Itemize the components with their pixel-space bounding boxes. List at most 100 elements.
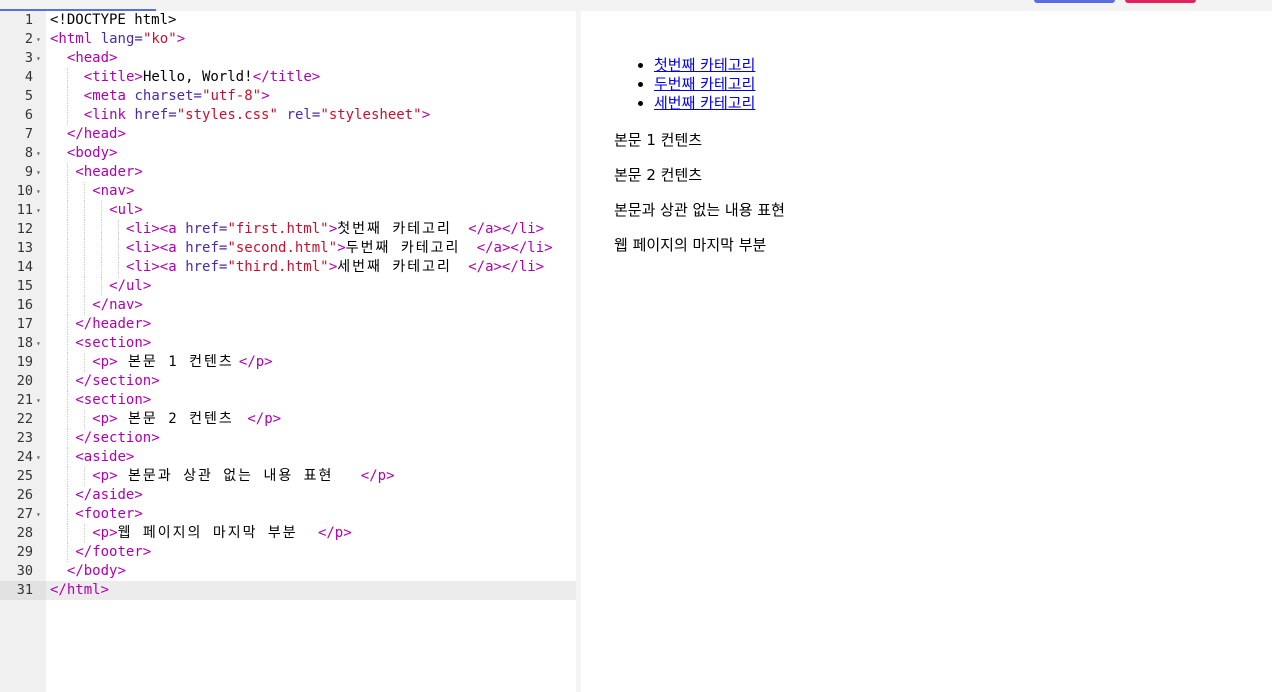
code-text[interactable]: <section>: [46, 334, 576, 353]
code-line[interactable]: 13 <li><a href= "second.html" > 두번째 카테고리 </a>…: [0, 239, 576, 258]
code-line[interactable]: 28 <p> 웹 페이지의 마지막 부분 </p>: [0, 524, 576, 543]
code-text[interactable]: <p> 본문 2 컨텐츠 </p>: [46, 410, 576, 429]
fold-arrow-icon[interactable]: ▾: [36, 144, 41, 163]
code-text[interactable]: <html lang= "ko" >: [46, 30, 576, 49]
indent-guide: [100, 239, 102, 258]
code-token: </p>: [317, 525, 352, 541]
fold-arrow-icon[interactable]: ▾: [36, 201, 41, 220]
code-text[interactable]: <ul>: [46, 201, 576, 220]
code-text[interactable]: </aside>: [46, 486, 576, 505]
code-line[interactable]: 8 ▾ <body>: [0, 144, 576, 163]
code-text[interactable]: <meta charset= "utf-8" >: [46, 87, 576, 106]
line-number: 8 ▾: [0, 144, 46, 163]
indent-guide: [66, 201, 68, 220]
run-button[interactable]: [1034, 0, 1115, 3]
code-line[interactable]: 30 </body>: [0, 562, 576, 581]
code-text[interactable]: </header>: [46, 315, 576, 334]
code-text[interactable]: </ul>: [46, 277, 576, 296]
fold-arrow-icon[interactable]: ▾: [36, 448, 41, 467]
code-text[interactable]: </html>: [46, 581, 576, 600]
code-text[interactable]: </head>: [46, 125, 576, 144]
code-line[interactable]: 31 </html>: [0, 581, 576, 600]
code-line[interactable]: 27 ▾ <footer>: [0, 505, 576, 524]
code-text[interactable]: </section>: [46, 429, 576, 448]
code-line[interactable]: 7 </head>: [0, 125, 576, 144]
code-text[interactable]: <body>: [46, 144, 576, 163]
code-line[interactable]: 3 ▾ <head>: [0, 49, 576, 68]
code-line[interactable]: 1 <!DOCTYPE html>: [0, 11, 576, 30]
code-line[interactable]: 6 <link href= "styles.css" rel= "stylesheet…: [0, 106, 576, 125]
code-line[interactable]: 14 <li><a href= "third.html" > 세번째 카테고리 </a><…: [0, 258, 576, 277]
code-text[interactable]: <section>: [46, 391, 576, 410]
code-line[interactable]: 12 <li><a href= "first.html" > 첫번째 카테고리 </a><…: [0, 220, 576, 239]
code-text[interactable]: <li><a href= "first.html" > 첫번째 카테고리 </a></l…: [46, 220, 576, 239]
code-line[interactable]: 11 ▾ <ul>: [0, 201, 576, 220]
code-text[interactable]: <title> Hello, World! </title>: [46, 68, 576, 87]
code-line[interactable]: 2 ▾ <html lang= "ko" >: [0, 30, 576, 49]
code-token: </ul>: [109, 278, 152, 294]
code-text[interactable]: </footer>: [46, 543, 576, 562]
fold-arrow-icon[interactable]: ▾: [36, 49, 41, 68]
code-text[interactable]: </section>: [46, 372, 576, 391]
line-number-text: 9: [24, 164, 33, 180]
code-line[interactable]: 29 </footer>: [0, 543, 576, 562]
code-line[interactable]: 10 ▾ <nav>: [0, 182, 576, 201]
code-line[interactable]: 17 </header>: [0, 315, 576, 334]
indent-guide: [66, 391, 68, 410]
line-number-text: 5: [24, 88, 33, 104]
code-token: >: [261, 88, 270, 104]
code-token: </p>: [360, 468, 395, 484]
code-line[interactable]: 24 ▾ <aside>: [0, 448, 576, 467]
code-line[interactable]: 16 </nav>: [0, 296, 576, 315]
code-token: <nav>: [92, 183, 135, 199]
indent-guide: [66, 258, 68, 277]
code-line[interactable]: 18 ▾ <section>: [0, 334, 576, 353]
fold-arrow-icon[interactable]: ▾: [36, 30, 41, 49]
code-text[interactable]: <aside>: [46, 448, 576, 467]
code-text[interactable]: <head>: [46, 49, 576, 68]
reset-button[interactable]: [1125, 0, 1196, 3]
line-number-text: 29: [16, 544, 33, 560]
fold-arrow-icon[interactable]: ▾: [36, 163, 41, 182]
code-line[interactable]: 9 ▾ <header>: [0, 163, 576, 182]
code-text[interactable]: </body>: [46, 562, 576, 581]
code-text[interactable]: <li><a href= "third.html" > 세번째 카테고리 </a></l…: [46, 258, 576, 277]
code-text[interactable]: <!DOCTYPE html>: [46, 11, 576, 30]
fold-arrow-icon[interactable]: ▾: [36, 391, 41, 410]
code-line[interactable]: 23 </section>: [0, 429, 576, 448]
code-token: <ul>: [109, 202, 143, 218]
code-line[interactable]: 19 <p> 본문 1 컨텐츠 </p>: [0, 353, 576, 372]
code-editor[interactable]: 1 <!DOCTYPE html> 2 ▾ <html lang= "ko" >3 ▾ <hea…: [0, 11, 576, 692]
code-text[interactable]: <footer>: [46, 505, 576, 524]
category-link[interactable]: 두번째 카테고리: [654, 75, 755, 93]
category-link[interactable]: 첫번째 카테고리: [654, 56, 755, 74]
line-number-text: 19: [16, 354, 33, 370]
code-text[interactable]: </nav>: [46, 296, 576, 315]
code-text[interactable]: <p> 본문과 상관 없는 내용 표현 </p>: [46, 467, 576, 486]
code-line[interactable]: 20 </section>: [0, 372, 576, 391]
indent-guide: [66, 220, 68, 239]
code-line[interactable]: 22 <p> 본문 2 컨텐츠 </p>: [0, 410, 576, 429]
category-link[interactable]: 세번째 카테고리: [654, 94, 755, 112]
code-text[interactable]: <header>: [46, 163, 576, 182]
code-line[interactable]: 5 <meta charset= "utf-8" >: [0, 87, 576, 106]
code-token: "stylesheet": [320, 107, 422, 123]
indent-guide: [117, 258, 119, 277]
line-number-text: 17: [16, 316, 33, 332]
code-token: >: [421, 107, 431, 123]
code-text[interactable]: <li><a href= "second.html" > 두번째 카테고리 </a></…: [46, 239, 576, 258]
code-text[interactable]: <nav>: [46, 182, 576, 201]
code-text[interactable]: <link href= "styles.css" rel= "stylesheet"…: [46, 106, 576, 125]
fold-arrow-icon[interactable]: ▾: [36, 182, 41, 201]
code-line[interactable]: 4 <title> Hello, World! </title>: [0, 68, 576, 87]
line-number-text: 18: [16, 335, 33, 351]
code-line[interactable]: 15 </ul>: [0, 277, 576, 296]
code-text[interactable]: <p> 웹 페이지의 마지막 부분 </p>: [46, 524, 576, 543]
code-line[interactable]: 26 </aside>: [0, 486, 576, 505]
fold-arrow-icon[interactable]: ▾: [36, 505, 41, 524]
indent-guide: [83, 220, 85, 239]
code-line[interactable]: 25 <p> 본문과 상관 없는 내용 표현 </p>: [0, 467, 576, 486]
code-text[interactable]: <p> 본문 1 컨텐츠 </p>: [46, 353, 576, 372]
code-line[interactable]: 21 ▾ <section>: [0, 391, 576, 410]
fold-arrow-icon[interactable]: ▾: [36, 334, 41, 353]
